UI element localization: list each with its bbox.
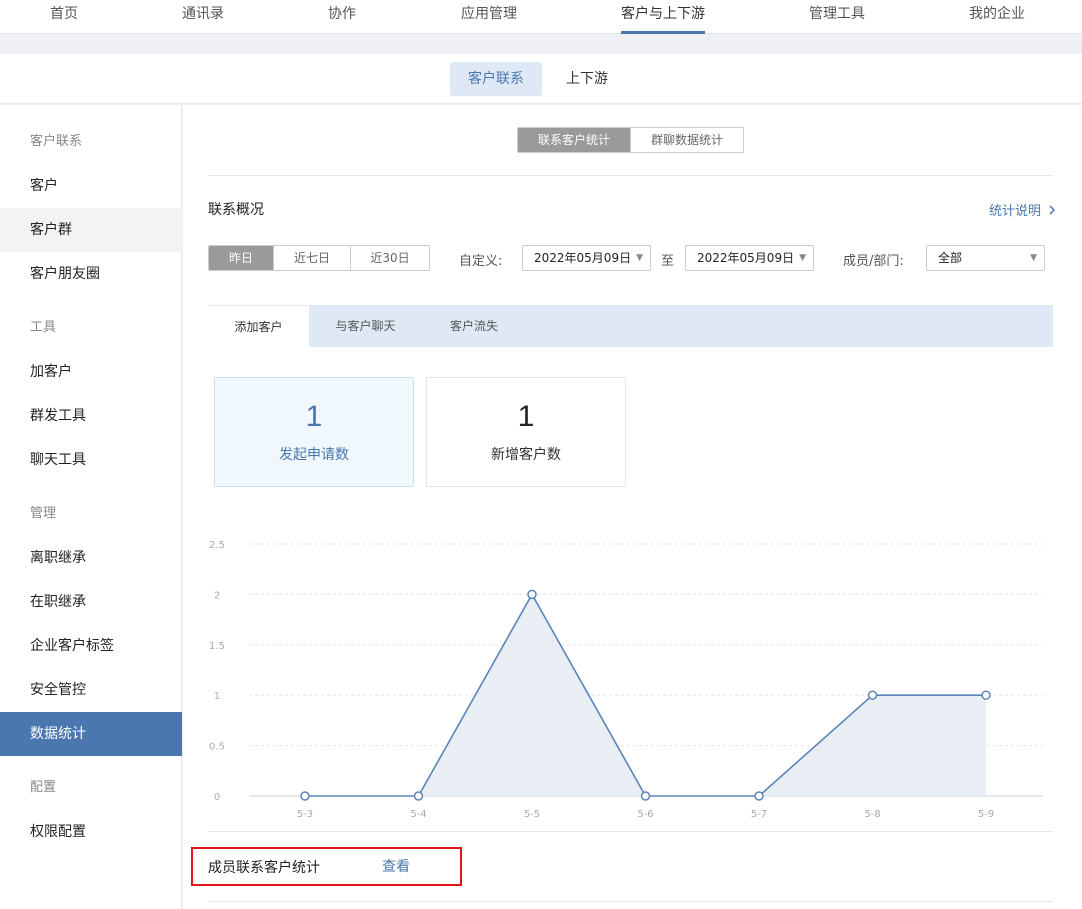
nav-item-label: 应用管理 (461, 6, 517, 22)
card-value: 1 (517, 400, 535, 433)
caret-down-icon: ▼ (799, 253, 806, 263)
sidebar-item-permissions[interactable]: 权限配置 (0, 810, 182, 854)
nav-item-label: 通讯录 (182, 6, 224, 22)
data-point (527, 589, 537, 600)
contact-customer-stats-button[interactable]: 联系客户统计 (518, 128, 631, 152)
card-caption: 发起申请数 (279, 447, 349, 463)
to-label: 至 (661, 254, 675, 269)
nav-item-collaboration[interactable]: 协作 (328, 0, 356, 34)
card-value: 1 (305, 400, 323, 433)
nav-item-customers-upstream[interactable]: 客户与上下游 (621, 0, 705, 34)
x-tick-label: 5-4 (410, 809, 426, 820)
custom-range-label: 自定义: (459, 254, 503, 269)
stats-type-switch: 联系客户统计 群聊数据统计 (517, 127, 744, 153)
member-department-value: 全部 (938, 251, 963, 265)
sidebar-section-tools: 工具 (30, 320, 57, 335)
highlight-box (191, 847, 462, 886)
member-department-select[interactable]: 全部 ▼ (926, 245, 1045, 271)
nav-item-home[interactable]: 首页 (50, 0, 78, 34)
divider (208, 175, 1053, 176)
caret-down-icon: ▼ (636, 253, 643, 263)
sidebar-item-customers[interactable]: 客户 (0, 164, 182, 208)
nav-item-contacts[interactable]: 通讯录 (182, 0, 224, 34)
nav-item-app-management[interactable]: 应用管理 (461, 0, 517, 34)
y-tick-label: 2 (214, 590, 220, 601)
active-tab-underline (621, 31, 705, 34)
stats-help-link[interactable]: 统计说明 (989, 200, 1056, 219)
y-tick-label: 0.5 (209, 742, 225, 753)
y-tick-label: 1 (214, 691, 220, 702)
metric-tabs: 添加客户 与客户聊天 客户流失 (208, 305, 1053, 347)
card-caption: 新增客户数 (491, 447, 561, 463)
data-point (300, 791, 310, 801)
x-tick-label: 5-9 (978, 809, 994, 820)
range-30-days-button[interactable]: 近30日 (351, 246, 429, 270)
sidebar-item-onjob-transfer[interactable]: 在职继承 (0, 580, 182, 624)
nav-item-label: 协作 (328, 6, 356, 22)
nav-item-label: 我的企业 (969, 6, 1025, 22)
add-customer-trend-chart: 0 0.5 1 1.5 2 2.5 5-3 5-4 5-5 5-6 5-7 5-8 5-9 (209, 540, 1043, 820)
data-point (640, 791, 651, 801)
metric-card-requests[interactable]: 1 发起申请数 (214, 377, 414, 487)
end-date-value: 2022年05月09日 (697, 251, 795, 265)
x-tick-label: 5-3 (297, 809, 313, 820)
sidebar-item-add-customer[interactable]: 加客户 (0, 350, 182, 394)
sidebar-item-customer-groups[interactable]: 客户群 (0, 208, 182, 252)
sidebar-item-customer-tags[interactable]: 企业客户标签 (0, 624, 182, 668)
date-range-switch: 昨日 近七日 近30日 (208, 245, 430, 271)
nav-item-admin-tools[interactable]: 管理工具 (809, 0, 865, 34)
subtab-upstream-downstream[interactable]: 上下游 (552, 62, 622, 96)
chevron-right-icon (1049, 205, 1056, 215)
sidebar-item-resigned-transfer[interactable]: 离职继承 (0, 536, 182, 580)
overview-title: 联系概况 (208, 202, 264, 218)
sidebar-section-management: 管理 (30, 506, 57, 521)
sidebar-item-data-stats[interactable]: 数据统计 (0, 712, 182, 756)
y-tick-label: 2.5 (209, 540, 225, 551)
member-department-label: 成员/部门: (843, 254, 904, 269)
subtab-customer-contact[interactable]: 客户联系 (450, 62, 542, 96)
divider (208, 831, 1053, 832)
stats-help-label: 统计说明 (989, 204, 1042, 219)
y-tick-label: 0 (214, 792, 220, 803)
caret-down-icon: ▼ (1030, 253, 1037, 263)
main-panel: 联系客户统计 群聊数据统计 联系概况 统计说明 昨日 近七日 近30日 自定义:… (183, 105, 1082, 909)
start-date-value: 2022年05月09日 (534, 251, 632, 265)
nav-item-label: 首页 (50, 6, 78, 22)
end-date-select[interactable]: 2022年05月09日 ▼ (685, 245, 814, 271)
data-point (867, 690, 878, 700)
sidebar-item-security[interactable]: 安全管控 (0, 668, 182, 712)
sidebar-item-mass-send[interactable]: 群发工具 (0, 394, 182, 438)
data-point (413, 791, 424, 801)
x-tick-label: 5-6 (637, 809, 653, 820)
top-navigation: 首页 通讯录 协作 应用管理 客户与上下游 管理工具 我的企业 (0, 0, 1082, 34)
y-tick-label: 1.5 (209, 641, 225, 652)
range-7-days-button[interactable]: 近七日 (274, 246, 351, 270)
tab-chat-with-customer[interactable]: 与客户聊天 (313, 305, 418, 347)
nav-item-label: 管理工具 (809, 6, 865, 22)
x-tick-label: 5-7 (751, 809, 767, 820)
divider (208, 901, 1053, 902)
tab-customer-loss[interactable]: 客户流失 (424, 305, 524, 347)
nav-item-my-company[interactable]: 我的企业 (969, 0, 1025, 34)
metric-card-new-customers[interactable]: 1 新增客户数 (426, 377, 626, 487)
group-chat-stats-button[interactable]: 群聊数据统计 (631, 128, 743, 152)
range-yesterday-button[interactable]: 昨日 (209, 246, 274, 270)
data-point (981, 690, 991, 700)
nav-item-label: 客户与上下游 (621, 6, 705, 22)
sidebar-section-customer-contact: 客户联系 (30, 134, 83, 149)
sidebar-section-config: 配置 (30, 780, 57, 795)
tab-add-customer[interactable]: 添加客户 (208, 305, 309, 347)
x-tick-label: 5-8 (864, 809, 880, 820)
sidebar-item-moments[interactable]: 客户朋友圈 (0, 252, 182, 296)
x-tick-label: 5-5 (524, 809, 540, 820)
data-point (754, 791, 764, 801)
start-date-select[interactable]: 2022年05月09日 ▼ (522, 245, 651, 271)
sidebar-item-chat-tools[interactable]: 聊天工具 (0, 438, 182, 482)
sub-navigation: 客户联系 上下游 (0, 54, 1082, 104)
sidebar: 客户联系客户 客户群 客户朋友圈工具加客户 群发工具 聊天工具管理离职继承 在职继承 企业客… (0, 105, 182, 909)
